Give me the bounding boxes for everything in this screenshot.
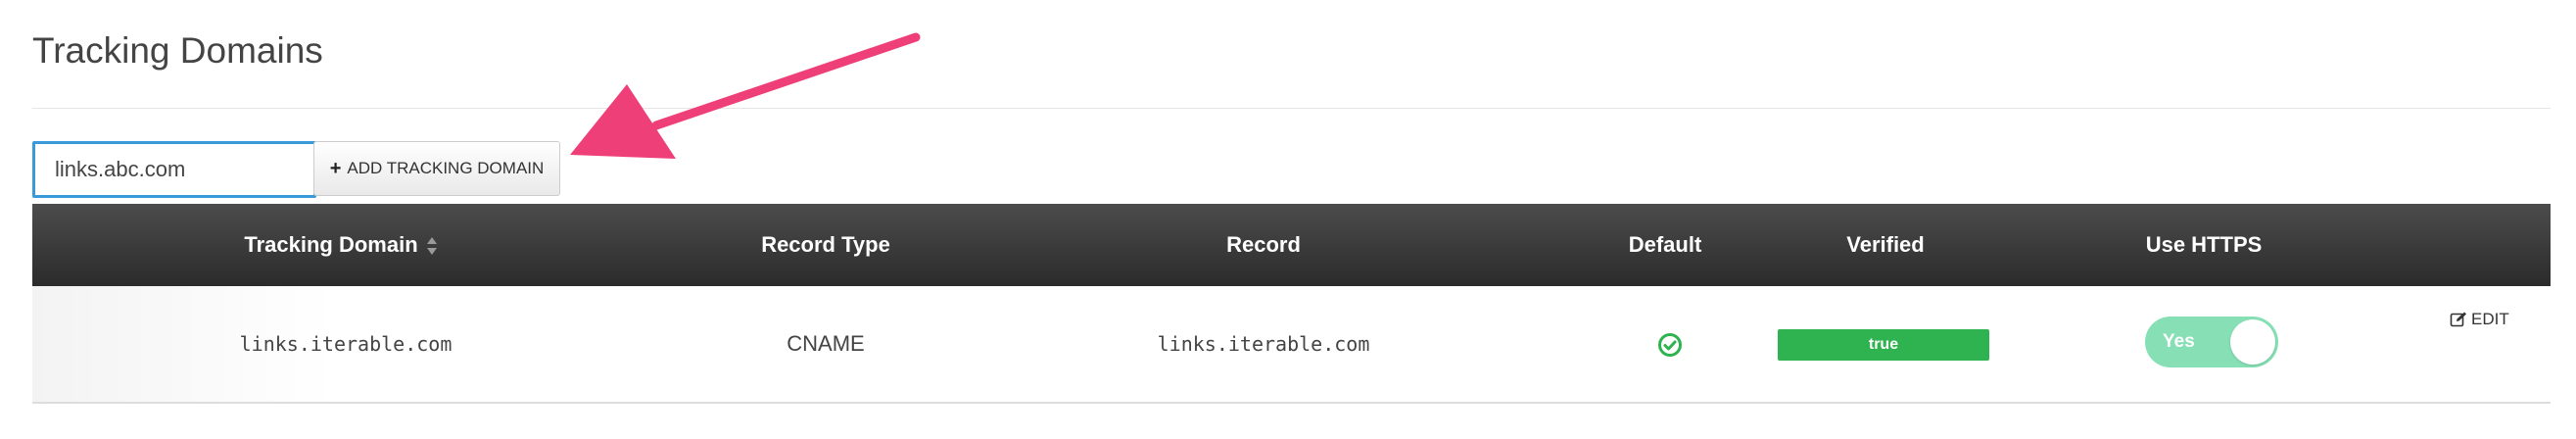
use-https-toggle[interactable]: Yes	[2145, 317, 2278, 367]
column-header-verified: Verified	[1846, 232, 1925, 257]
check-circle-icon	[1658, 333, 1682, 358]
annotation-arrow-icon	[570, 32, 921, 159]
column-header-record: Record	[1226, 232, 1301, 257]
tracking-domain-input[interactable]	[32, 141, 316, 198]
edit-label: EDIT	[2471, 310, 2509, 328]
edit-button[interactable]: EDIT	[2450, 310, 2509, 329]
title-divider	[32, 108, 2551, 109]
table-header: Tracking Domain Record Type Record Defau…	[32, 204, 2551, 286]
use-https-toggle-label: Yes	[2163, 331, 2195, 352]
column-header-default: Default	[1628, 232, 1702, 257]
page-title: Tracking Domains	[32, 30, 323, 71]
add-tracking-domain-button[interactable]: + ADD TRACKING DOMAIN	[313, 141, 560, 196]
plus-icon: +	[329, 158, 342, 179]
tracking-domains-table: Tracking Domain Record Type Record Defau…	[32, 204, 2551, 404]
column-header-record-type: Record Type	[761, 232, 890, 257]
sort-icon	[426, 237, 438, 256]
column-header-use-https: Use HTTPS	[2145, 232, 2263, 257]
table-row: links.iterable.com CNAME links.iterable.…	[32, 286, 2551, 404]
cell-record: links.iterable.com	[1157, 332, 1370, 356]
cell-record-type: CNAME	[787, 331, 865, 356]
add-tracking-domain-label: ADD TRACKING DOMAIN	[347, 159, 545, 177]
tracking-domains-page: Tracking Domains + ADD TRACKING DOMAIN T…	[0, 0, 2576, 439]
cell-tracking-domain: links.iterable.com	[239, 332, 453, 356]
edit-icon	[2450, 312, 2466, 327]
cell-default	[1641, 286, 1699, 402]
column-header-tracking-domain[interactable]: Tracking Domain	[218, 204, 463, 286]
verified-badge: true	[1778, 329, 1989, 361]
toggle-knob	[2230, 319, 2275, 365]
